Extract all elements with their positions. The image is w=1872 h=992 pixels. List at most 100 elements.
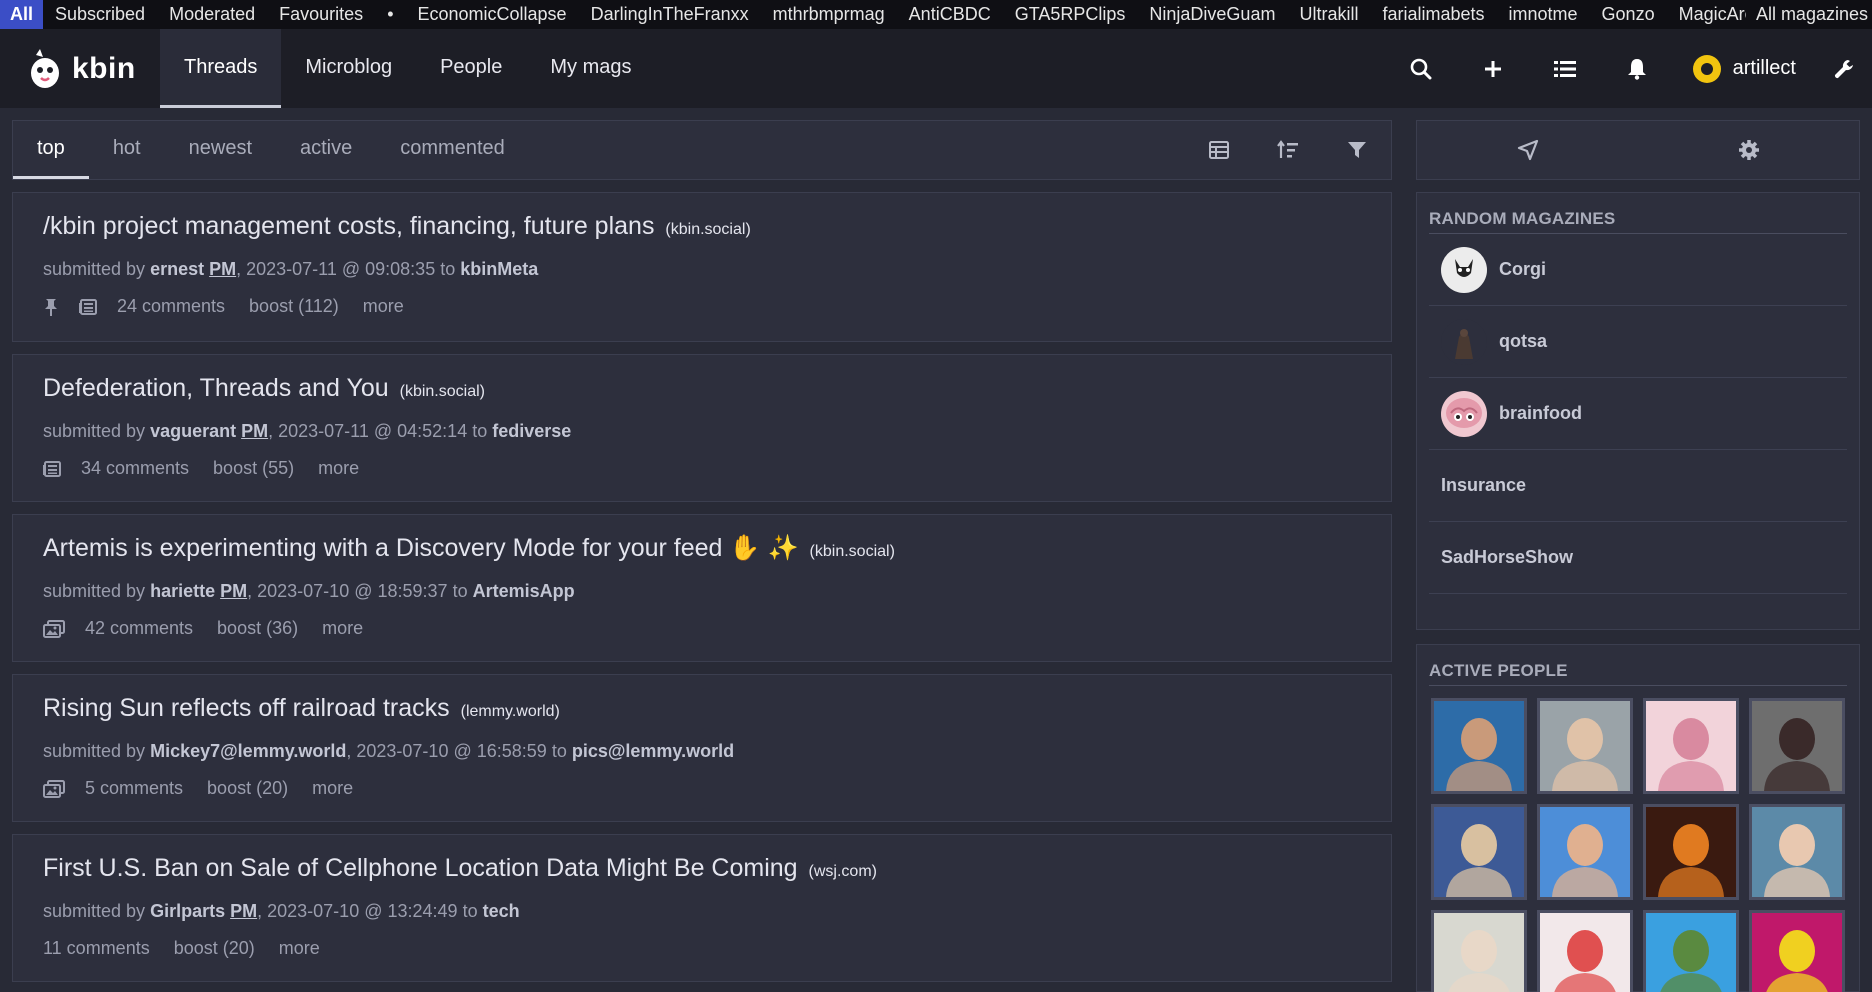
boost-button[interactable]: boost (112) <box>249 296 339 317</box>
magazine-item[interactable]: brainfood <box>1429 378 1847 450</box>
pm-link[interactable]: PM <box>220 581 247 601</box>
boost-button[interactable]: boost (20) <box>207 778 288 799</box>
strip-subscribed[interactable]: Subscribed <box>43 0 157 29</box>
sort-newest[interactable]: newest <box>165 121 276 179</box>
wrench-icon[interactable] <box>1816 29 1872 108</box>
random-magazines-heading: RANDOM MAGAZINES <box>1429 209 1847 234</box>
strip-magazine[interactable]: DarlingInTheFranxx <box>579 0 761 29</box>
person-avatar[interactable] <box>1749 698 1845 794</box>
entry-author[interactable]: Mickey7@lemmy.world <box>150 741 346 761</box>
strip-magazine[interactable]: Gonzo <box>1590 0 1667 29</box>
magazine-item[interactable]: qotsa <box>1429 306 1847 378</box>
entry-title[interactable]: /kbin project management costs, financin… <box>43 212 654 240</box>
strip-magazine[interactable]: GTA5RPClips <box>1003 0 1138 29</box>
logo[interactable]: kbin <box>0 29 160 108</box>
strip-all[interactable]: All <box>0 0 44 29</box>
entry-magazine[interactable]: ArtemisApp <box>473 581 575 601</box>
person-avatar[interactable] <box>1749 910 1845 992</box>
sidebar-toolbar <box>1416 120 1860 180</box>
entry-author[interactable]: ernest <box>150 259 204 279</box>
person-avatar[interactable] <box>1643 910 1739 992</box>
sort-hot[interactable]: hot <box>89 121 165 179</box>
sort-top[interactable]: top <box>13 121 89 179</box>
person-avatar[interactable] <box>1643 698 1739 794</box>
all-magazines-link[interactable]: All magazines <box>1745 0 1872 29</box>
strip-magazine[interactable]: NinjaDiveGuam <box>1137 0 1287 29</box>
comments-link[interactable]: 5 comments <box>85 778 183 799</box>
entry-date: , 2023-07-10 @ 16:58:59 <box>346 741 547 761</box>
nav-microblog[interactable]: Microblog <box>281 29 416 108</box>
person-avatar[interactable] <box>1431 910 1527 992</box>
person-avatar[interactable] <box>1537 804 1633 900</box>
submitted-by-label: submitted by <box>43 421 146 441</box>
person-avatar[interactable] <box>1537 698 1633 794</box>
entry-title[interactable]: First U.S. Ban on Sale of Cellphone Loca… <box>43 854 798 882</box>
user-menu[interactable]: artillect <box>1673 29 1816 108</box>
filter-icon[interactable] <box>1322 121 1391 179</box>
nav-people[interactable]: People <box>416 29 526 108</box>
magazine-item[interactable]: Corgi <box>1429 234 1847 306</box>
boost-button[interactable]: boost (36) <box>217 618 298 639</box>
pm-link[interactable]: PM <box>230 901 257 921</box>
magazine-name: Insurance <box>1441 475 1527 495</box>
layout-icon[interactable] <box>1184 121 1253 179</box>
person-avatar[interactable] <box>1431 804 1527 900</box>
entry-magazine[interactable]: kbinMeta <box>460 259 538 279</box>
entry-author[interactable]: vaguerant <box>150 421 236 441</box>
more-button[interactable]: more <box>318 458 359 479</box>
pm-link[interactable]: PM <box>241 421 268 441</box>
more-button[interactable]: more <box>312 778 353 799</box>
strip-magazine[interactable]: EconomicCollapse <box>406 0 579 29</box>
settings-gear-icon[interactable] <box>1638 121 1859 179</box>
boost-button[interactable]: boost (20) <box>174 938 255 959</box>
person-avatar[interactable] <box>1431 698 1527 794</box>
more-button[interactable]: more <box>363 296 404 317</box>
entry-magazine[interactable]: fediverse <box>492 421 571 441</box>
entry-domain[interactable]: (lemmy.world) <box>461 703 560 720</box>
entry-domain[interactable]: (kbin.social) <box>810 543 895 560</box>
person-avatar[interactable] <box>1537 910 1633 992</box>
entry-domain[interactable]: (kbin.social) <box>400 383 485 400</box>
list-icon[interactable] <box>1529 29 1601 108</box>
sort-active[interactable]: active <box>276 121 376 179</box>
comments-link[interactable]: 24 comments <box>117 296 225 317</box>
search-icon[interactable] <box>1385 29 1457 108</box>
comments-link[interactable]: 34 comments <box>81 458 189 479</box>
person-avatar[interactable] <box>1749 804 1845 900</box>
strip-magazine[interactable]: AntiCBDC <box>897 0 1003 29</box>
strip-magazine[interactable]: farialimabets <box>1370 0 1496 29</box>
comments-link[interactable]: 11 comments <box>43 938 150 959</box>
strip-moderated[interactable]: Moderated <box>157 0 267 29</box>
more-button[interactable]: more <box>279 938 320 959</box>
sort-icon[interactable] <box>1253 121 1322 179</box>
pm-link[interactable]: PM <box>209 259 236 279</box>
to-label: to <box>472 421 488 441</box>
entry-title[interactable]: Defederation, Threads and You <box>43 374 389 402</box>
entry-title[interactable]: Rising Sun reflects off railroad tracks <box>43 694 450 722</box>
comments-link[interactable]: 42 comments <box>85 618 193 639</box>
more-button[interactable]: more <box>322 618 363 639</box>
sort-commented[interactable]: commented <box>376 121 529 179</box>
bell-icon[interactable] <box>1601 29 1673 108</box>
boost-button[interactable]: boost (55) <box>213 458 294 479</box>
magazine-item[interactable]: Insurance <box>1429 450 1847 522</box>
entry-domain[interactable]: (kbin.social) <box>665 221 750 238</box>
entry-author[interactable]: Girlparts <box>150 901 225 921</box>
person-avatar[interactable] <box>1643 804 1739 900</box>
entry-domain[interactable]: (wsj.com) <box>809 863 877 880</box>
kbin-mascot-icon <box>31 48 59 88</box>
strip-magazine[interactable]: imnotme <box>1497 0 1590 29</box>
nav-my-mags[interactable]: My mags <box>526 29 655 108</box>
plus-icon[interactable] <box>1457 29 1529 108</box>
strip-magazine[interactable]: mthrbmprmag <box>761 0 897 29</box>
random-magazines-list: Corgi qotsa brainfood Insurance SadHorse… <box>1429 234 1847 594</box>
nav-threads[interactable]: Threads <box>160 29 282 108</box>
strip-favourites[interactable]: Favourites <box>267 0 375 29</box>
entry-author[interactable]: hariette <box>150 581 215 601</box>
entry-title[interactable]: Artemis is experimenting with a Discover… <box>43 534 799 562</box>
strip-magazine[interactable]: Ultrakill <box>1287 0 1370 29</box>
magazine-item[interactable]: SadHorseShow <box>1429 522 1847 594</box>
entry-magazine[interactable]: pics@lemmy.world <box>572 741 734 761</box>
entry-magazine[interactable]: tech <box>483 901 520 921</box>
federation-icon[interactable] <box>1417 121 1638 179</box>
